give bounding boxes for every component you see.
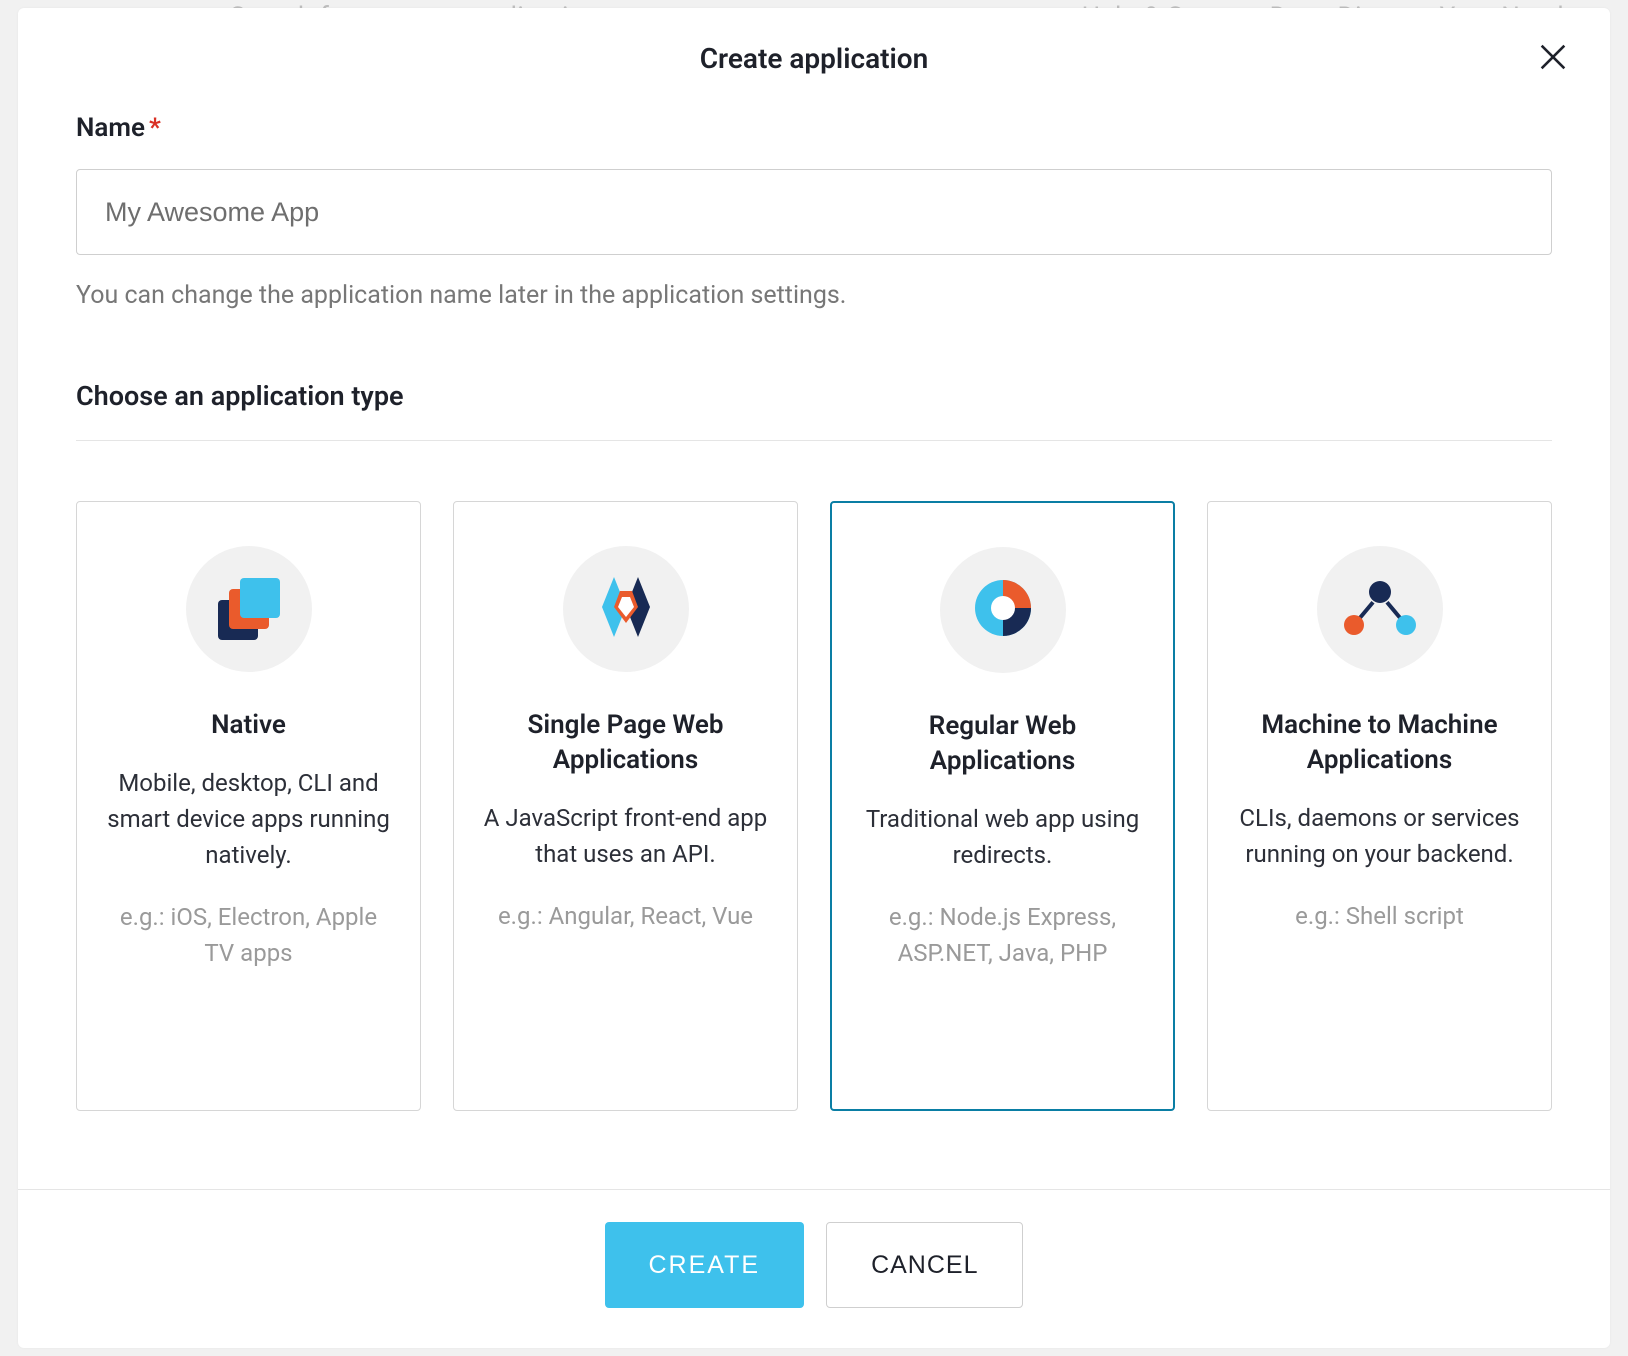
name-input[interactable] bbox=[76, 169, 1552, 255]
create-application-modal: Create application Name* You can change … bbox=[18, 8, 1610, 1348]
cancel-button[interactable]: CANCEL bbox=[826, 1222, 1023, 1308]
donut-icon bbox=[967, 572, 1039, 648]
close-icon bbox=[1536, 40, 1570, 74]
m2m-icon bbox=[1317, 546, 1443, 672]
app-type-card-spa[interactable]: Single Page Web Applications A JavaScrip… bbox=[453, 501, 798, 1111]
card-desc: Mobile, desktop, CLI and smart device ap… bbox=[103, 765, 394, 873]
card-examples: e.g.: Angular, React, Vue bbox=[480, 898, 771, 934]
stacked-squares-icon bbox=[218, 578, 280, 640]
app-type-card-m2m[interactable]: Machine to Machine Applications CLIs, da… bbox=[1207, 501, 1552, 1111]
card-title: Machine to Machine Applications bbox=[1234, 708, 1525, 778]
app-type-cards: Native Mobile, desktop, CLI and smart de… bbox=[76, 501, 1552, 1111]
card-desc: Traditional web app using redirects. bbox=[858, 801, 1147, 873]
native-icon bbox=[186, 546, 312, 672]
nodes-icon bbox=[1340, 581, 1420, 637]
diamond-icon bbox=[596, 571, 656, 647]
modal-body: Name* You can change the application nam… bbox=[18, 105, 1610, 1189]
card-examples: e.g.: iOS, Electron, Apple TV apps bbox=[103, 899, 394, 971]
modal-title: Create application bbox=[18, 42, 1610, 75]
card-title: Single Page Web Applications bbox=[480, 708, 771, 778]
close-button[interactable] bbox=[1536, 40, 1570, 74]
card-examples: e.g.: Shell script bbox=[1234, 898, 1525, 934]
name-label-text: Name bbox=[76, 113, 145, 143]
card-title: Native bbox=[103, 708, 394, 743]
modal-footer: CREATE CANCEL bbox=[18, 1189, 1610, 1348]
card-title: Regular Web Applications bbox=[858, 709, 1147, 779]
card-desc: CLIs, daemons or services running on you… bbox=[1234, 800, 1525, 872]
app-type-card-native[interactable]: Native Mobile, desktop, CLI and smart de… bbox=[76, 501, 421, 1111]
modal-header: Create application bbox=[18, 8, 1610, 105]
required-mark: * bbox=[149, 113, 161, 143]
regular-icon bbox=[940, 547, 1066, 673]
type-section-label: Choose an application type bbox=[76, 380, 1552, 441]
app-type-card-regular[interactable]: Regular Web Applications Traditional web… bbox=[830, 501, 1175, 1111]
card-examples: e.g.: Node.js Express, ASP.NET, Java, PH… bbox=[858, 899, 1147, 971]
card-desc: A JavaScript front-end app that uses an … bbox=[480, 800, 771, 872]
name-label: Name* bbox=[76, 113, 1552, 143]
spa-icon bbox=[563, 546, 689, 672]
create-button[interactable]: CREATE bbox=[605, 1222, 805, 1308]
name-helper-text: You can change the application name late… bbox=[76, 281, 1552, 310]
